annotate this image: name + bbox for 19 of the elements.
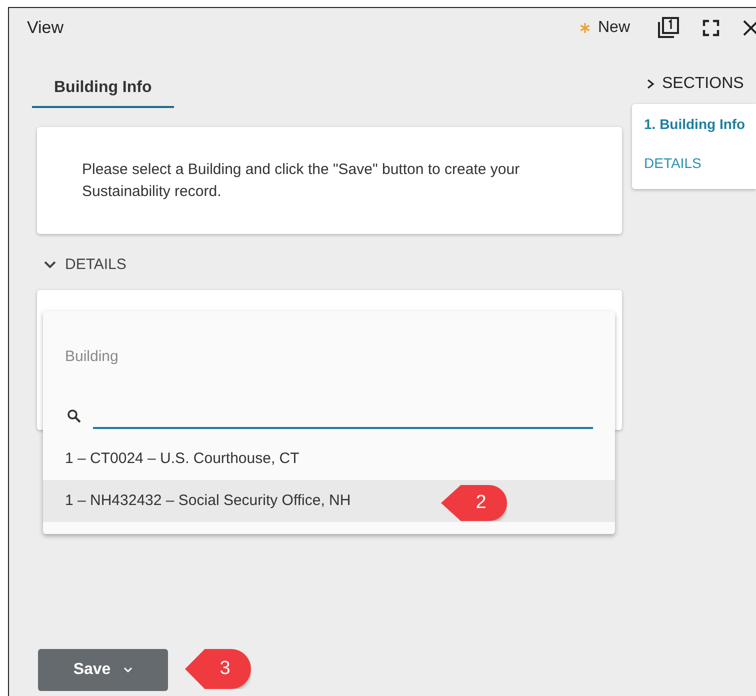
chevron-icon bbox=[646, 78, 656, 90]
status-label: New bbox=[598, 19, 630, 37]
details-header[interactable]: DETAILS bbox=[43, 256, 126, 273]
building-label: Building bbox=[65, 348, 118, 365]
fullscreen-icon[interactable] bbox=[702, 19, 720, 37]
section-link[interactable]: DETAILS bbox=[644, 155, 756, 171]
search-icon bbox=[67, 409, 81, 423]
save-button[interactable]: Save bbox=[38, 649, 168, 691]
dropdown-option[interactable]: 1 – CT0024 – U.S. Courthouse, CT bbox=[43, 438, 615, 480]
sections-heading: SECTIONS bbox=[662, 75, 744, 93]
window-title: View bbox=[27, 18, 64, 38]
section-link[interactable]: 1. Building Info bbox=[644, 116, 756, 132]
asterisk-icon bbox=[580, 23, 590, 33]
close-icon[interactable] bbox=[742, 19, 756, 37]
tab[interactable]: Building Info bbox=[32, 48, 174, 108]
copy-icon[interactable] bbox=[656, 16, 680, 40]
callout-marker: 3 bbox=[185, 649, 251, 689]
notice-text: Please select a Building and click the "Save" button to create your Sustainability record. bbox=[82, 161, 520, 200]
caret-icon bbox=[122, 666, 133, 674]
